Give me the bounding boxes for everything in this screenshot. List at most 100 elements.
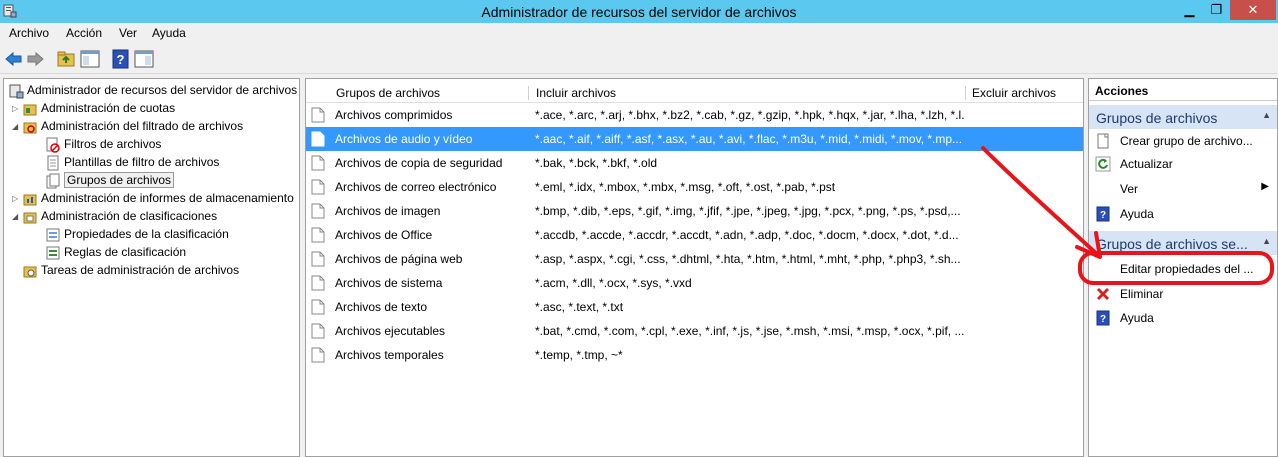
file-group-icon <box>311 347 325 363</box>
column-header-include[interactable]: Incluir archivos <box>536 86 616 100</box>
menu-archivo[interactable]: Archivo <box>9 26 49 40</box>
collapse-caret-icon[interactable]: ▲ <box>1262 236 1271 246</box>
row-name: Archivos temporales <box>335 348 444 362</box>
help-icon: ? <box>1096 206 1110 222</box>
tasks-icon <box>23 266 37 278</box>
row-include: *.asc, *.text, *.txt <box>535 300 624 314</box>
row-include: *.bak, *.bck, *.bkf, *.old <box>535 156 658 170</box>
row-include: *.temp, *.tmp, ~* <box>535 348 623 362</box>
table-row[interactable]: Archivos de sistema *.acm, *.dll, *.ocx, … <box>306 271 1083 295</box>
new-file-group-icon <box>1097 133 1109 149</box>
row-include: *.acm, *.dll, *.ocx, *.sys, *.vxd <box>535 276 692 290</box>
view-action[interactable]: Ver ▶ <box>1089 178 1277 200</box>
row-name: Archivos de texto <box>335 300 428 314</box>
help-icon: ? <box>1096 310 1110 326</box>
help-icon[interactable]: ? <box>110 48 132 70</box>
row-include: *.bmp, *.dib, *.eps, *.gif, *.img, *.jfi… <box>535 204 961 218</box>
tree-props[interactable]: Propiedades de la clasificación <box>45 225 229 243</box>
table-row[interactable]: Archivos de audio y vídeo *.aac, *.aif, *… <box>306 127 1083 151</box>
refresh-action[interactable]: Actualizar <box>1089 153 1277 175</box>
reports-icon <box>23 194 37 206</box>
collapse-caret-icon[interactable]: ▲ <box>1262 110 1271 120</box>
tree-rules[interactable]: Reglas de clasificación <box>45 243 186 261</box>
column-header-exclude[interactable]: Excluir archivos <box>972 86 1056 100</box>
table-row[interactable]: Archivos de texto *.asc, *.text, *.txt <box>306 295 1083 319</box>
tree-groups[interactable]: Grupos de archivos <box>45 171 175 189</box>
collapse-icon[interactable]: ◢ <box>12 208 22 226</box>
submenu-arrow-icon: ▶ <box>1261 181 1269 192</box>
file-group-icon <box>311 275 325 291</box>
column-separator[interactable] <box>965 86 966 100</box>
menu-ver[interactable]: Ver <box>119 26 137 40</box>
back-arrow-icon[interactable] <box>3 48 25 70</box>
table-row[interactable]: Archivos de copia de seguridad *.bak, *.b… <box>306 151 1083 175</box>
server-icon <box>9 84 24 99</box>
tree-tasks[interactable]: Tareas de administración de archivos <box>22 261 239 279</box>
table-row[interactable]: Archivos ejecutables *.bat, *.cmd, *.com,… <box>306 319 1083 343</box>
screening-icon <box>23 122 37 134</box>
expand-icon[interactable]: ▷ <box>12 100 22 118</box>
row-include: *.accdb, *.accde, *.accdr, *.accdt, *.ad… <box>535 228 959 242</box>
collapse-icon[interactable]: ◢ <box>12 118 22 136</box>
file-group-icon <box>311 107 325 123</box>
menu-ayuda[interactable]: Ayuda <box>152 26 186 40</box>
tree-templates[interactable]: Plantillas de filtro de archivos <box>45 153 219 171</box>
forward-arrow-icon[interactable] <box>24 48 46 70</box>
row-name: Archivos ejecutables <box>335 324 446 338</box>
table-row[interactable]: Archivos de Office *.accdb, *.accde, *.ac… <box>306 223 1083 247</box>
edit-properties-action[interactable]: Editar propiedades del ... <box>1089 258 1277 280</box>
refresh-icon <box>1095 156 1111 172</box>
list-header: Grupos de archivos Incluir archivos Excl… <box>306 83 1083 103</box>
column-separator[interactable] <box>528 86 529 100</box>
tree-quota[interactable]: ▷ Administración de cuotas <box>12 99 175 117</box>
minimize-icon[interactable]: ▁ <box>1176 0 1203 20</box>
actions-section-selected-group[interactable]: Grupos de archivos se... ▲ <box>1089 231 1277 255</box>
create-file-group-action[interactable]: Crear grupo de archivo... <box>1089 130 1277 152</box>
file-group-icon <box>311 299 325 315</box>
file-group-icon <box>311 179 325 195</box>
actions-title: Acciones <box>1089 79 1277 101</box>
tree-classification[interactable]: ◢ Administración de clasificaciones <box>12 207 217 225</box>
expand-icon[interactable]: ▷ <box>12 190 22 208</box>
maximize-icon[interactable]: ❐ <box>1203 0 1230 20</box>
file-group-icon <box>311 227 325 243</box>
row-include: *.bat, *.cmd, *.com, *.cpl, *.exe, *.inf… <box>535 324 965 338</box>
table-row[interactable]: Archivos comprimidos *.ace, *.arc, *.arj,… <box>306 103 1083 127</box>
tree-reports[interactable]: ▷ Administración de informes de almacenam… <box>12 189 294 207</box>
window-title: Administrador de recursos del servidor d… <box>481 4 797 20</box>
help-action-2[interactable]: ? Ayuda <box>1089 307 1277 329</box>
show-hide-actions-icon[interactable] <box>133 48 155 70</box>
title-bar: Administrador de recursos del servidor d… <box>0 0 1278 23</box>
table-row[interactable]: Archivos de página web *.asp, *.aspx, *.c… <box>306 247 1083 271</box>
tree-root[interactable]: Administrador de recursos del servidor d… <box>8 81 297 99</box>
menu-accion[interactable]: Acción <box>66 26 102 40</box>
file-screen-icon <box>46 137 60 153</box>
help-action[interactable]: ? Ayuda <box>1089 203 1277 225</box>
close-icon[interactable]: ✕ <box>1230 0 1276 20</box>
file-groups-list: Grupos de archivos Incluir archivos Excl… <box>305 78 1084 457</box>
folder-up-icon[interactable] <box>55 48 77 70</box>
row-include: *.aac, *.aif, *.aiff, *.asf, *.asx, *.au… <box>535 132 963 146</box>
tree-filters[interactable]: Filtros de archivos <box>45 135 161 153</box>
file-group-icon <box>311 131 325 147</box>
svg-text:?: ? <box>1100 210 1106 221</box>
file-group-icon <box>46 173 60 189</box>
table-row[interactable]: Archivos temporales *.temp, *.tmp, ~* <box>306 343 1083 367</box>
template-icon <box>47 155 59 171</box>
actions-pane: Acciones Grupos de archivos ▲ Crear grup… <box>1088 78 1278 457</box>
delete-action[interactable]: Eliminar <box>1089 283 1277 305</box>
quota-icon <box>23 104 37 116</box>
row-include: *.asp, *.aspx, *.cgi, *.css, *.dhtml, *.… <box>535 252 961 266</box>
actions-section-file-groups[interactable]: Grupos de archivos ▲ <box>1089 105 1277 129</box>
svg-text:?: ? <box>117 52 125 67</box>
file-group-icon <box>311 155 325 171</box>
column-header-groups[interactable]: Grupos de archivos <box>336 86 440 100</box>
console-tree: Administrador de recursos del servidor d… <box>3 78 300 457</box>
toolbar: ? <box>0 44 1278 74</box>
table-row[interactable]: Archivos de imagen *.bmp, *.dib, *.eps, *… <box>306 199 1083 223</box>
tree-screening[interactable]: ◢ Administración del filtrado de archivos <box>12 117 243 135</box>
file-group-icon <box>311 251 325 267</box>
show-hide-tree-icon[interactable] <box>79 48 101 70</box>
table-row[interactable]: Archivos de correo electrónico *.eml, *.i… <box>306 175 1083 199</box>
row-include: *.ace, *.arc, *.arj, *.bhx, *.bz2, *.cab… <box>535 108 965 122</box>
